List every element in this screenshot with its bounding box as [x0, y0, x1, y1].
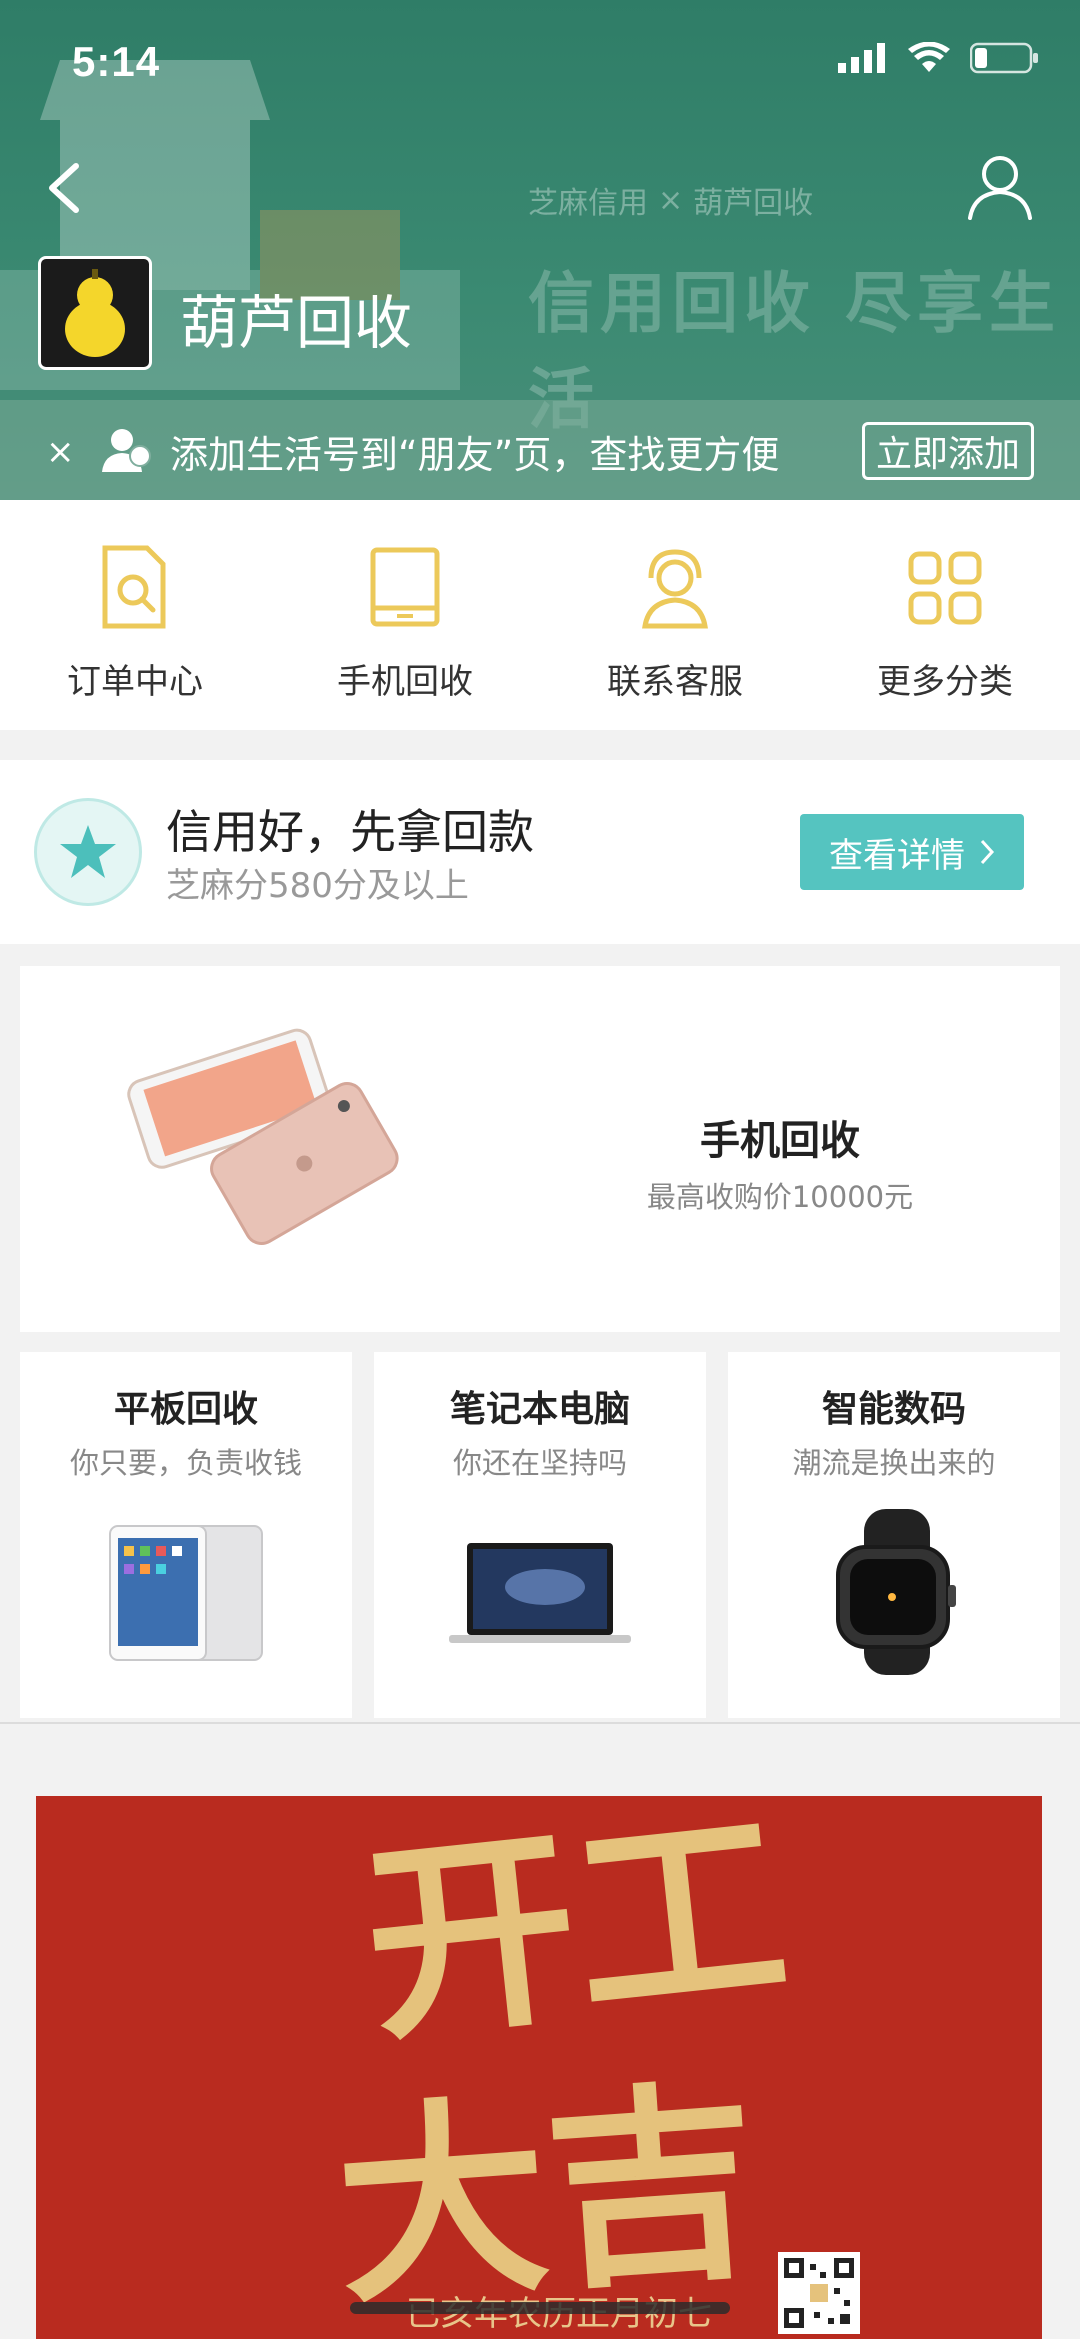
quick-nav-service[interactable]: 联系客服: [540, 500, 810, 730]
quick-nav-orders[interactable]: 订单中心: [0, 500, 270, 730]
add-bar-text: 添加生活号到“朋友”页，查找更方便: [170, 433, 780, 477]
quick-nav-label: 更多分类: [877, 662, 1013, 702]
brand-left: 芝麻信用: [528, 186, 648, 221]
add-now-button[interactable]: 立即添加: [862, 422, 1034, 480]
smartwatch-image: [836, 1509, 956, 1675]
header-banner: 5:14 芝麻信用 × 葫芦回收 信用回收 尽享生 葫芦回收 × 添加生活号到“…: [0, 0, 1080, 500]
credit-subtitle: 芝麻分580分及以上: [166, 866, 469, 906]
iphone-image: [127, 1028, 399, 1245]
view-details-label: 查看详情: [829, 835, 965, 876]
status-icons: [838, 42, 1040, 74]
view-details-button[interactable]: 查看详情: [800, 814, 1024, 890]
star-icon: [60, 825, 116, 878]
page-title: 葫芦回收: [180, 289, 413, 357]
category-title: 笔记本电脑: [449, 1389, 630, 1430]
phone-card-title: 手机回收: [700, 1118, 860, 1164]
user-profile-icon[interactable]: [964, 150, 1036, 222]
quick-nav-more[interactable]: 更多分类: [810, 500, 1080, 730]
star-badge: [34, 798, 142, 906]
status-bar: 5:14: [0, 0, 1080, 130]
chevron-right-icon: [980, 839, 995, 865]
credit-title: 信用好，先拿回款: [166, 805, 534, 859]
signal-icon: [838, 43, 885, 73]
quick-nav-label: 手机回收: [337, 662, 473, 702]
category-subtitle: 你还在坚持吗: [452, 1446, 627, 1480]
category-subtitle: 潮流是换出来的: [792, 1446, 996, 1480]
category-image-wrap: [374, 1502, 706, 1682]
quick-nav-phone-recycle[interactable]: 手机回收: [270, 500, 540, 730]
laptop-image: [449, 1543, 631, 1643]
category-image-wrap: [20, 1502, 352, 1682]
quick-nav-label: 联系客服: [607, 662, 743, 702]
close-icon[interactable]: ×: [46, 432, 75, 472]
credit-promo: 信用好，先拿回款 芝麻分580分及以上 查看详情: [0, 760, 1080, 944]
avatar: [38, 256, 152, 370]
ipad-image: [109, 1525, 263, 1661]
phone-card-subtitle: 最高收购价10000元: [646, 1180, 914, 1214]
person-add-icon: [102, 429, 151, 472]
category-card-tablet[interactable]: 平板回收 你只要，负责收钱: [20, 1352, 352, 1718]
battery-icon: [970, 42, 1038, 74]
status-time: 5:14: [72, 38, 161, 85]
banner-line1: 开工: [354, 1796, 798, 2071]
qr-code-icon: [778, 2252, 860, 2334]
promo-banner[interactable]: 开工 大吉 已亥年农历正月初七: [36, 1796, 1042, 2339]
order-icon: [102, 545, 166, 629]
tablet-icon: [370, 547, 440, 627]
category-card-smart-digital[interactable]: 智能数码 潮流是换出来的: [728, 1352, 1060, 1718]
grid-icon: [908, 551, 982, 625]
home-indicator[interactable]: [350, 2302, 730, 2314]
gourd-logo-icon: [65, 269, 125, 357]
category-title: 智能数码: [821, 1389, 966, 1430]
phone-card-text: 手机回收 最高收购价10000元: [580, 1108, 980, 1216]
category-subtitle: 你只要，负责收钱: [69, 1446, 302, 1480]
section-divider: [0, 1722, 1080, 1724]
quick-nav-label: 订单中心: [67, 662, 203, 702]
quick-nav: 订单中心 手机回收 联系客服 更多分类: [0, 500, 1080, 730]
back-icon[interactable]: [36, 158, 96, 218]
phone-recycle-card[interactable]: 手机回收 最高收购价10000元: [20, 966, 1060, 1332]
brand-right: 葫芦回收: [693, 186, 814, 221]
wifi-icon: [908, 42, 950, 72]
service-icon: [642, 549, 708, 629]
category-image-wrap: [728, 1502, 1060, 1682]
brand-logos: 芝麻信用 × 葫芦回收: [528, 178, 813, 222]
add-to-friends-bar: × 添加生活号到“朋友”页，查找更方便 立即添加: [0, 400, 1080, 500]
category-title: 平板回收: [113, 1389, 258, 1430]
category-card-laptop[interactable]: 笔记本电脑 你还在坚持吗: [374, 1352, 706, 1718]
brand-separator: ×: [658, 182, 684, 218]
